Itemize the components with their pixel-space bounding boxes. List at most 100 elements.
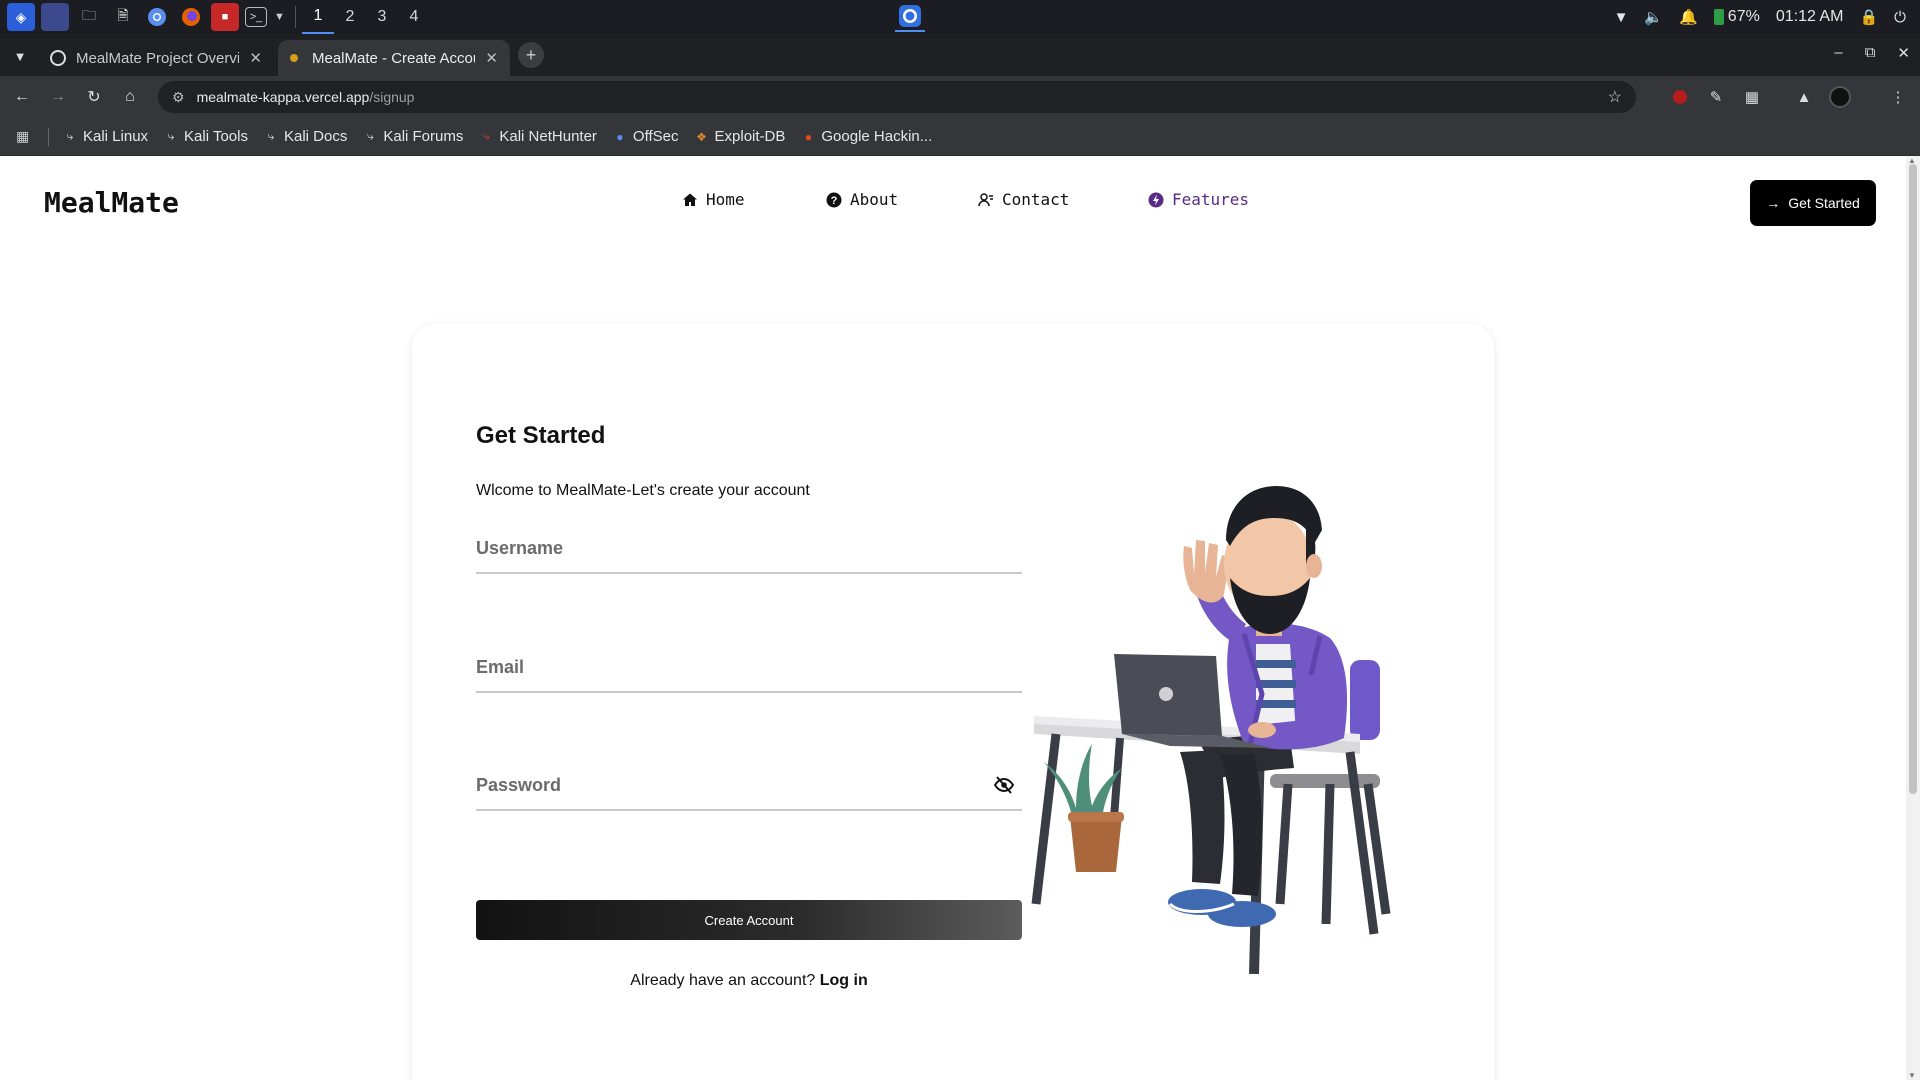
site-info-icon[interactable]: ⚙ [172, 89, 185, 106]
bookmark-label: Exploit-DB [714, 128, 786, 145]
kali-menu-icon[interactable]: ◈ [7, 3, 35, 31]
firefox-icon[interactable] [177, 3, 205, 31]
chromium-taskbar-icon[interactable] [895, 2, 925, 32]
nav-about[interactable]: ? About [826, 190, 898, 209]
new-tab-button[interactable]: + [518, 42, 544, 68]
address-bar[interactable]: ⚙ mealmate-kappa.vercel.app/signup ☆ [158, 81, 1636, 113]
eye-slash-icon[interactable] [994, 776, 1014, 794]
wifi-icon[interactable]: ▼ [1614, 9, 1629, 26]
chromium-icon[interactable] [143, 3, 171, 31]
bookmark-label: Kali Linux [83, 128, 149, 145]
profile-icon[interactable] [1828, 85, 1852, 109]
home-icon [683, 193, 697, 206]
username-field [476, 528, 1022, 574]
app-icon[interactable]: ■ [211, 3, 239, 31]
nav-contact-label: Contact [1002, 190, 1070, 209]
ublock-icon[interactable] [1668, 85, 1692, 109]
restore-icon[interactable]: ⧉ [1865, 44, 1876, 62]
login-link[interactable]: Log in [820, 972, 868, 989]
bookmark-offsec[interactable]: ● OffSec [613, 128, 678, 145]
bookmark-label: Kali Forums [383, 128, 464, 145]
login-prompt: Already have an account? Log in [476, 972, 1022, 990]
kali-icon: ⤷ [267, 129, 275, 143]
web-page: MealMate Home ? About Contact Features →… [0, 156, 1906, 1080]
terminal-icon[interactable]: >_ [245, 7, 267, 27]
nav-home-label: Home [706, 190, 745, 209]
get-started-button[interactable]: → Get Started [1750, 180, 1876, 226]
chevron-down-icon[interactable]: ▼ [274, 11, 285, 23]
scrollbar-thumb[interactable] [1909, 164, 1917, 794]
bookmark-kali-tools[interactable]: ⤷ Kali Tools [164, 128, 248, 145]
svg-text:?: ? [831, 195, 838, 207]
divider [48, 127, 49, 146]
nav-home[interactable]: Home [682, 190, 745, 209]
create-account-button[interactable]: Create Account [476, 900, 1022, 940]
close-tab-icon[interactable]: ✕ [485, 49, 498, 67]
bookmark-kali-nethunter[interactable]: ⤷ Kali NetHunter [479, 128, 597, 145]
tab-search-icon[interactable]: ▼ [8, 44, 32, 68]
lock-icon[interactable]: 🔒 [1859, 8, 1878, 26]
nethunter-icon: ⤷ [483, 129, 490, 143]
workspace-2[interactable]: 2 [334, 0, 366, 34]
labs-icon[interactable]: ▲ [1792, 85, 1816, 109]
browser-toolbar: ← → ↻ ⌂ ⚙ mealmate-kappa.vercel.app/sign… [0, 76, 1920, 118]
tab-title: MealMate - Create Accou [312, 49, 476, 67]
reload-button[interactable]: ↻ [82, 85, 106, 109]
kali-icon: ⤷ [366, 129, 374, 143]
person-at-desk-illustration [1031, 486, 1391, 974]
username-input[interactable] [476, 528, 1022, 568]
divider [294, 6, 296, 28]
bell-icon[interactable]: 🔔 [1679, 8, 1698, 26]
password-input[interactable] [476, 765, 1022, 805]
login-prompt-text: Already have an account? [630, 972, 816, 989]
workspace-3[interactable]: 3 [366, 0, 398, 34]
close-tab-icon[interactable]: ✕ [249, 49, 262, 67]
bookmark-label: Kali Docs [283, 128, 348, 145]
menu-kebab-icon[interactable]: ⋮ [1886, 85, 1910, 109]
show-desktop-icon[interactable] [41, 3, 69, 31]
workspace-4[interactable]: 4 [398, 0, 430, 34]
get-started-label: Get Started [1788, 195, 1860, 211]
bookmark-label: Kali Tools [184, 128, 248, 145]
bookmark-star-icon[interactable]: ☆ [1608, 87, 1622, 107]
nav-features[interactable]: Features [1148, 190, 1249, 209]
nav-about-label: About [850, 190, 899, 209]
nav-features-label: Features [1172, 190, 1250, 209]
forward-button[interactable]: → [46, 85, 70, 109]
text-editor-icon[interactable]: 🗎 [109, 3, 137, 31]
password-field [476, 765, 1022, 811]
tab-mealmate-create-account[interactable]: MealMate - Create Accou ✕ [278, 40, 510, 76]
bookmark-kali-docs[interactable]: ⤷ Kali Docs [264, 128, 348, 145]
browser-tab-strip: ▼ MealMate Project Overvi ✕ MealMate - C… [0, 34, 1920, 76]
close-window-icon[interactable]: ✕ [1897, 44, 1910, 62]
minimize-icon[interactable]: – [1834, 44, 1842, 62]
eyedropper-icon[interactable]: ✎ [1704, 85, 1728, 109]
offsec-icon: ● [616, 129, 624, 144]
clock[interactable]: 01:12 AM [1776, 8, 1844, 26]
workspace-1[interactable]: 1 [301, 0, 334, 34]
bookmark-exploit-db[interactable]: ❖ Exploit-DB [695, 128, 786, 145]
site-icon [290, 54, 298, 62]
back-button[interactable]: ← [10, 85, 34, 109]
site-nav: Home ? About Contact Features [0, 190, 1906, 220]
home-button[interactable]: ⌂ [118, 85, 142, 109]
bookmark-google-hacking[interactable]: ● Google Hackin... [801, 128, 933, 145]
scroll-down-icon[interactable]: ▼ [1908, 1071, 1916, 1080]
file-manager-icon[interactable]: 🗀 [75, 3, 103, 31]
power-icon[interactable]: ⏻ [1894, 9, 1906, 26]
apps-grid-icon[interactable]: ▦ [16, 128, 34, 146]
bookmark-kali-forums[interactable]: ⤷ Kali Forums [363, 128, 463, 145]
ghdb-icon: ● [804, 129, 812, 144]
battery-indicator[interactable]: 67% [1713, 8, 1760, 26]
exploitdb-icon: ❖ [696, 129, 707, 144]
bookmark-kali-linux[interactable]: ⤷ Kali Linux [63, 128, 148, 145]
tab-mealmate-overview[interactable]: MealMate Project Overvi ✕ [38, 40, 274, 76]
volume-icon[interactable]: 🔈 [1644, 8, 1663, 26]
nav-contact[interactable]: Contact [978, 190, 1069, 209]
email-input[interactable] [476, 647, 1022, 687]
features-icon [1148, 192, 1164, 207]
battery-percent: 67% [1727, 8, 1760, 25]
page-scrollbar[interactable]: ▲ ▼ [1906, 156, 1920, 1080]
bookmark-label: Kali NetHunter [499, 128, 597, 145]
extensions-icon[interactable]: ▦ [1740, 85, 1764, 109]
